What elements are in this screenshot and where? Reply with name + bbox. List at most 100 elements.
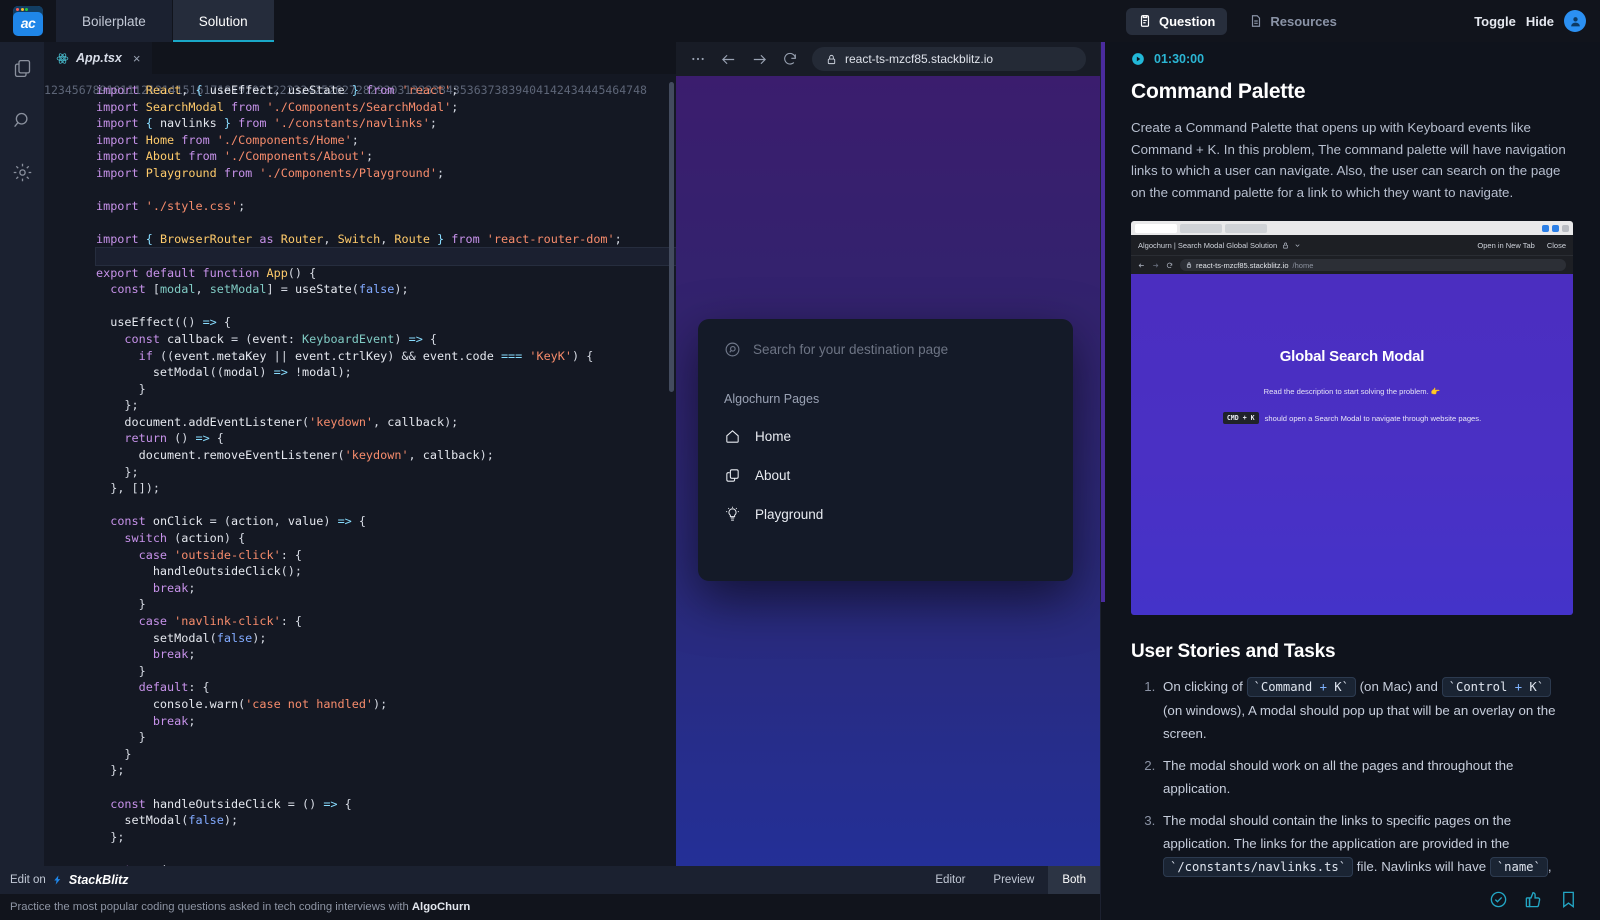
tab-solution[interactable]: Solution	[172, 0, 275, 42]
user-avatar-icon	[1570, 16, 1580, 26]
inline-code: `Control + K`	[1441, 677, 1552, 697]
file-tab-app-tsx[interactable]: App.tsx ×	[44, 42, 153, 74]
palette-item-home[interactable]: Home	[724, 428, 1047, 445]
view-preview-button[interactable]: Preview	[979, 866, 1048, 894]
promo-bar: Practice the most popular coding questio…	[0, 894, 1100, 920]
screenshot-url-host: react-ts-mzcf85.stackblitz.io	[1196, 260, 1289, 270]
url-bar[interactable]: react-ts-mzcf85.stackblitz.io	[812, 47, 1086, 71]
bulb-icon	[726, 506, 739, 521]
editor-scrollbar[interactable]	[669, 82, 674, 392]
lock-icon	[1283, 242, 1289, 248]
command-palette-modal[interactable]: Search for your destination page Algochu…	[698, 319, 1073, 581]
tab-question-label: Question	[1159, 13, 1216, 29]
thumbs-up-icon[interactable]	[1524, 890, 1543, 909]
view-editor-button[interactable]: Editor	[921, 866, 979, 894]
lock-icon	[1186, 262, 1192, 268]
story-item: On clicking of `Command + K` (on Mac) an…	[1159, 675, 1572, 745]
files-icon[interactable]	[12, 58, 33, 84]
tab-question[interactable]: Question	[1126, 7, 1228, 35]
hide-button[interactable]: Hide	[1526, 14, 1554, 29]
screenshot-kbd-row: CMD + K should open a Search Modal to na…	[1222, 412, 1482, 424]
accent-stripe	[1101, 42, 1105, 602]
screenshot-kbd-text: should open a Search Modal to navigate t…	[1264, 413, 1482, 423]
app-root: ac Boilerplate Solution Question Resourc…	[0, 0, 1600, 920]
palette-item-about[interactable]: About	[724, 467, 1047, 484]
screenshot-close: Close	[1546, 240, 1566, 250]
promo-label: Practice the most popular coding questio…	[10, 901, 409, 913]
screenshot-kbd: CMD + K	[1222, 412, 1259, 424]
pointer-emoji: 👉	[1430, 387, 1441, 396]
screenshot-url-path: /home	[1292, 260, 1314, 270]
file-tab-bar-rest	[152, 42, 676, 74]
file-tab-bar: App.tsx ×	[44, 42, 676, 74]
preview-stage[interactable]: Search for your destination page Algochu…	[676, 76, 1100, 894]
play-circle-icon[interactable]	[1131, 52, 1145, 66]
screenshot-subtext-label: Read the description to start solving th…	[1263, 387, 1429, 396]
stories-title: User Stories and Tasks	[1131, 641, 1336, 662]
promo-text: Practice the most popular coding questio…	[10, 901, 470, 913]
arrow-right-icon	[1153, 263, 1159, 267]
story-item: The modal should work on all the pages a…	[1159, 754, 1572, 800]
screenshot-chrome-dot	[1562, 224, 1569, 232]
palette-item-playground[interactable]: Playground	[724, 506, 1047, 523]
timer-value: 01:30:00	[1154, 52, 1205, 66]
arrow-left-icon	[1138, 263, 1144, 267]
reload-icon[interactable]	[782, 51, 798, 67]
search-icon[interactable]	[12, 110, 33, 136]
app-logo[interactable]: ac	[0, 0, 56, 42]
code-editor[interactable]: 1234567891011121314151617181920212223242…	[44, 74, 676, 920]
right-panel-content[interactable]: 01:30:00 Command Palette Create a Comman…	[1101, 42, 1600, 878]
tab-resources-label: Resources	[1270, 13, 1337, 29]
toggle-button[interactable]: Toggle	[1474, 14, 1516, 29]
gear-icon[interactable]	[12, 162, 33, 188]
problem-description: Create a Command Palette that opens up w…	[1131, 120, 1566, 200]
logo-icon: ac	[13, 6, 43, 36]
screenshot-tab	[1135, 223, 1177, 233]
stackblitz-credit[interactable]: Edit on StackBlitz	[0, 873, 129, 887]
stackblitz-label: StackBlitz	[68, 873, 129, 887]
inline-code: `Command + K`	[1246, 677, 1356, 697]
url-text: react-ts-mzcf85.stackblitz.io	[845, 52, 994, 66]
check-circle-icon[interactable]	[1489, 890, 1508, 909]
palette-item-label: About	[755, 468, 791, 483]
tab-resources[interactable]: Resources	[1237, 8, 1348, 35]
screenshot-url-bar: react-ts-mzcf85.stackblitz.io/home	[1131, 255, 1573, 274]
top-tab-group: Boilerplate Solution	[56, 0, 275, 42]
main-body: App.tsx × 123456789101112131415161718192…	[0, 42, 1600, 920]
search-input[interactable]: Search for your destination page	[753, 342, 948, 357]
view-both-button[interactable]: Both	[1048, 866, 1100, 894]
timer: 01:30:00	[1131, 52, 1572, 66]
top-bar-spacer	[274, 0, 1100, 42]
screenshot-stackblitz-bar: Algochurn | Search Modal Global Solution…	[1131, 235, 1573, 255]
palette-item-label: Home	[755, 429, 792, 444]
inline-code: `/constants/navlinks.ts`	[1163, 857, 1354, 877]
close-icon[interactable]: ×	[133, 51, 141, 66]
ellipsis-icon[interactable]	[690, 51, 706, 67]
screenshot-url: react-ts-mzcf85.stackblitz.io/home	[1180, 259, 1566, 271]
arrow-right-icon[interactable]	[751, 51, 768, 68]
lock-icon	[827, 54, 836, 64]
screenshot-chrome-dot	[1542, 224, 1549, 232]
palette-search-row[interactable]: Search for your destination page	[724, 341, 1047, 358]
palette-group-label: Algochurn Pages	[724, 392, 820, 406]
editor-column: App.tsx × 123456789101112131415161718192…	[44, 42, 676, 920]
tab-boilerplate[interactable]: Boilerplate	[56, 0, 173, 42]
bookmark-icon[interactable]	[1559, 890, 1578, 909]
logo-text: ac	[20, 15, 36, 31]
screenshot-open-new-tab: Open in New Tab	[1477, 240, 1535, 250]
reload-icon	[1166, 262, 1173, 268]
palette-item-label: Playground	[755, 507, 824, 522]
edit-on-label: Edit on	[10, 874, 46, 886]
arrow-left-icon[interactable]	[720, 51, 737, 68]
page-title: Command Palette	[1131, 80, 1306, 103]
right-panel-header: Question Resources Toggle Hide	[1100, 0, 1600, 42]
avatar[interactable]	[1564, 10, 1586, 32]
top-bar: ac Boilerplate Solution Question Resourc…	[0, 0, 1600, 42]
react-icon	[56, 52, 69, 64]
code-content[interactable]: import React, { useEffect, useState } fr…	[86, 74, 676, 920]
document-icon	[1252, 15, 1261, 27]
stackblitz-bolt-icon	[54, 875, 61, 885]
chevron-down-icon	[1295, 243, 1300, 247]
window-dots-icon	[16, 8, 28, 11]
screenshot-browser-chrome	[1131, 221, 1573, 235]
